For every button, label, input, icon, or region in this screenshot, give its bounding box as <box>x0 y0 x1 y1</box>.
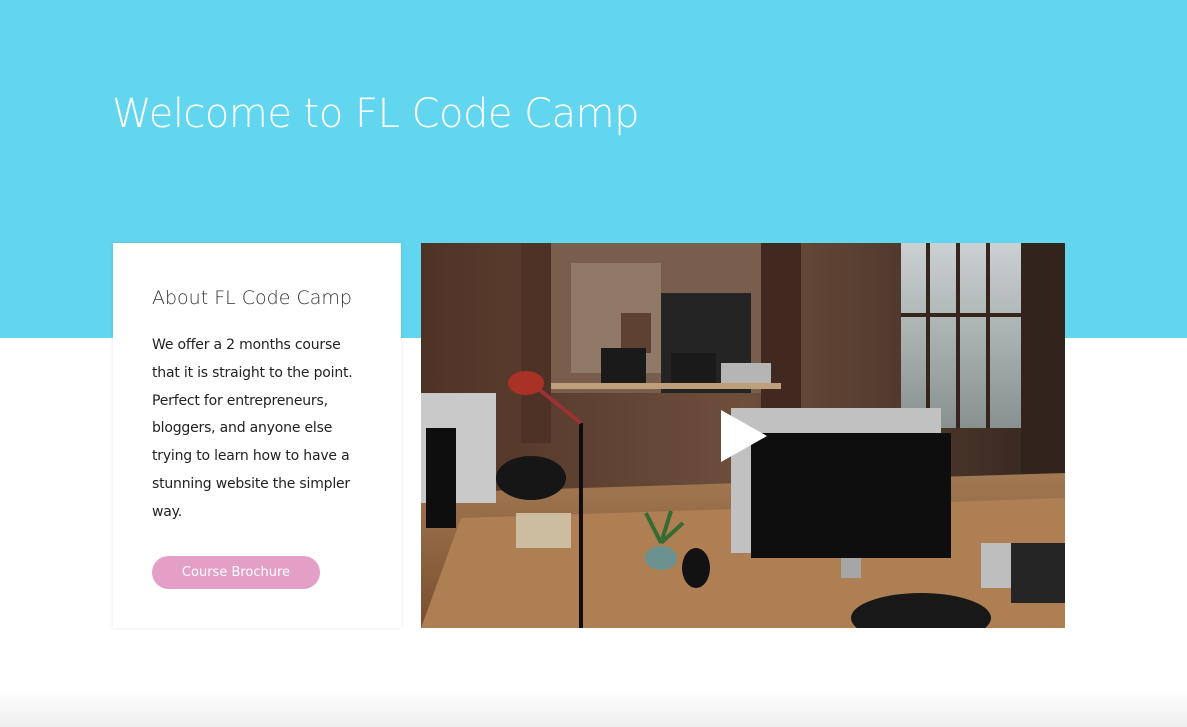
video-player[interactable] <box>421 243 1065 628</box>
about-title: About FL Code Camp <box>152 287 352 309</box>
about-description: We offer a 2 months course that it is st… <box>152 337 353 520</box>
page: Welcome to FL Code Camp About FL Code Ca… <box>0 0 1187 727</box>
course-brochure-button[interactable]: Course Brochure <box>152 556 320 589</box>
about-card: About FL Code Camp We offer a 2 months c… <box>113 243 401 628</box>
play-icon[interactable] <box>721 410 767 462</box>
page-title: Welcome to FL Code Camp <box>112 91 639 137</box>
section-divider-shadow <box>0 690 1187 727</box>
